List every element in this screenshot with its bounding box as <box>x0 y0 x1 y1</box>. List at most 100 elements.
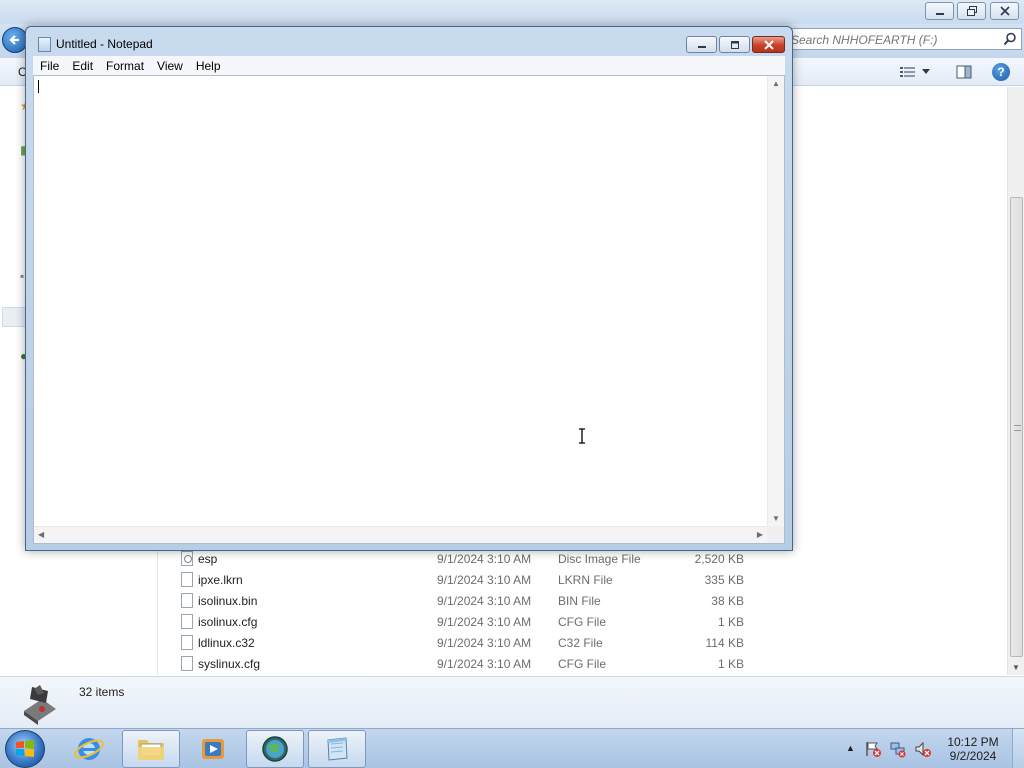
scroll-down-arrow-icon[interactable]: ▼ <box>1012 663 1020 672</box>
maximize-icon <box>730 40 739 49</box>
explorer-minimize-button[interactable] <box>925 2 954 20</box>
text-editor[interactable] <box>34 76 767 526</box>
file-row[interactable]: ipxe.lkrn 9/1/2024 3:10 AM LKRN File 335… <box>170 569 770 590</box>
size-grip-icon[interactable] <box>767 526 784 543</box>
file-name: isolinux.bin <box>198 593 258 608</box>
search-box[interactable] <box>786 28 1022 50</box>
help-button[interactable]: ? <box>992 63 1010 81</box>
clock-time: 10:12 PM <box>947 735 999 749</box>
file-row[interactable]: esp 9/1/2024 3:10 AM Disc Image File 2,5… <box>170 548 770 569</box>
taskbar-notepad[interactable] <box>308 730 366 768</box>
preview-pane-icon[interactable] <box>956 64 972 80</box>
items-count: 32 items <box>79 685 125 699</box>
details-pane: 32 items <box>0 676 1024 728</box>
close-icon <box>763 39 774 50</box>
close-button[interactable] <box>752 36 785 53</box>
explorer-title-bar[interactable] <box>0 0 1024 24</box>
change-view-button[interactable] <box>900 64 938 80</box>
menu-help[interactable]: Help <box>189 59 227 73</box>
file-date: 9/1/2024 3:10 AM <box>437 593 532 608</box>
restore-icon <box>966 6 977 16</box>
taskbar-browser[interactable] <box>246 730 304 768</box>
menu-file[interactable]: File <box>33 59 65 73</box>
file-size: 38 KB <box>711 593 744 608</box>
file-type: Disc Image File <box>558 551 641 566</box>
file-list: esp 9/1/2024 3:10 AM Disc Image File 2,5… <box>170 548 770 674</box>
file-size: 1 KB <box>717 656 744 671</box>
maximize-button[interactable] <box>719 36 750 53</box>
search-icon[interactable] <box>1003 32 1017 46</box>
file-icon <box>181 572 193 587</box>
file-icon <box>181 593 193 608</box>
explorer-close-button[interactable] <box>990 2 1019 20</box>
file-name: ldlinux.c32 <box>198 635 255 650</box>
notepad-icon <box>38 37 51 52</box>
file-icon <box>181 614 193 629</box>
file-name: ipxe.lkrn <box>198 572 243 587</box>
file-row[interactable]: syslinux.cfg 9/1/2024 3:10 AM CFG File 1… <box>170 653 770 674</box>
file-date: 9/1/2024 3:10 AM <box>437 614 532 629</box>
menu-bar: File Edit Format View Help <box>33 56 785 75</box>
system-clock[interactable]: 10:12 PM 9/2/2024 <box>940 735 1006 763</box>
file-name: esp <box>198 551 218 566</box>
file-row[interactable]: isolinux.cfg 9/1/2024 3:10 AM CFG File 1… <box>170 611 770 632</box>
folder-icon <box>138 740 164 760</box>
windows-logo-icon <box>16 740 34 757</box>
disc-image-file-icon <box>181 551 193 566</box>
file-type: CFG File <box>558 614 606 629</box>
file-size: 335 KB <box>704 572 744 587</box>
chevron-down-icon <box>922 69 930 74</box>
taskbar-windows-explorer[interactable] <box>122 730 180 768</box>
taskbar-media-player[interactable] <box>184 730 242 768</box>
file-row[interactable]: ldlinux.c32 9/1/2024 3:10 AM C32 File 11… <box>170 632 770 653</box>
scroll-down-arrow-icon[interactable]: ▼ <box>772 514 780 523</box>
scrollbar-grip-icon <box>1014 425 1021 431</box>
notepad-window[interactable]: Untitled - Notepad File Edit Format View… <box>25 26 793 551</box>
file-icon <box>181 656 193 671</box>
internet-explorer-icon <box>74 738 104 760</box>
file-size: 1 KB <box>717 614 744 629</box>
file-size: 2,520 KB <box>694 551 744 566</box>
action-center-flag-icon[interactable] <box>864 740 882 758</box>
media-player-icon <box>202 739 224 759</box>
file-date: 9/1/2024 3:10 AM <box>437 572 532 587</box>
file-name: syslinux.cfg <box>198 656 261 671</box>
clock-date: 9/2/2024 <box>949 749 997 763</box>
text-caret <box>38 80 39 93</box>
search-input[interactable] <box>791 32 1001 47</box>
file-size: 114 KB <box>705 635 744 650</box>
file-type: BIN File <box>558 593 601 608</box>
notepad-icon <box>327 737 348 761</box>
menu-format[interactable]: Format <box>99 59 150 73</box>
file-type: LKRN File <box>558 572 613 587</box>
drive-icon <box>24 685 56 725</box>
back-arrow-icon <box>9 35 19 45</box>
taskbar-internet-explorer[interactable] <box>60 730 118 768</box>
start-button[interactable] <box>5 730 45 768</box>
network-icon[interactable] <box>889 740 907 758</box>
scroll-right-arrow-icon[interactable]: ▶ <box>757 530 763 539</box>
vertical-scrollbar[interactable]: ▲ ▼ <box>767 76 784 526</box>
scroll-left-arrow-icon[interactable]: ◀ <box>38 530 44 539</box>
file-icon <box>181 635 193 650</box>
homegroup-icon[interactable]: ▪ <box>20 269 24 283</box>
volume-muted-icon[interactable] <box>914 740 932 758</box>
menu-edit[interactable]: Edit <box>65 59 99 73</box>
show-desktop-button[interactable] <box>1012 729 1024 768</box>
menu-view[interactable]: View <box>150 59 189 73</box>
file-list-scrollbar[interactable]: ▼ <box>1007 87 1024 675</box>
file-name: isolinux.cfg <box>198 614 258 629</box>
horizontal-scrollbar[interactable]: ◀ ▶ <box>34 526 767 543</box>
close-icon <box>999 6 1010 16</box>
explorer-restore-button[interactable] <box>957 2 986 20</box>
file-row[interactable]: isolinux.bin 9/1/2024 3:10 AM BIN File 3… <box>170 590 770 611</box>
scrollbar-thumb[interactable] <box>1010 197 1023 657</box>
minimize-icon <box>697 45 706 48</box>
file-date: 9/1/2024 3:10 AM <box>437 635 532 650</box>
view-details-icon <box>900 67 915 77</box>
show-hidden-icons-icon[interactable]: ▲ <box>846 743 855 753</box>
file-type: CFG File <box>558 656 606 671</box>
scroll-up-arrow-icon[interactable]: ▲ <box>772 79 780 88</box>
text-editor-area[interactable]: ▲ ▼ ◀ ▶ <box>33 75 785 544</box>
minimize-button[interactable] <box>686 36 717 53</box>
